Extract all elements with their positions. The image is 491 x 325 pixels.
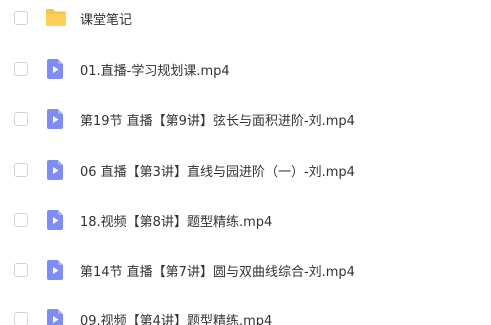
video-file-icon xyxy=(45,58,65,80)
select-checkbox[interactable] xyxy=(14,263,28,277)
file-name[interactable]: 课堂笔记 xyxy=(80,9,132,28)
file-name[interactable]: 18.视频【第8讲】题型精练.mp4 xyxy=(80,211,272,230)
list-item[interactable]: 18.视频【第8讲】题型精练.mp4 xyxy=(0,202,491,238)
list-item[interactable]: 第14节 直播【第7讲】圆与双曲线综合-刘.mp4 xyxy=(0,252,491,288)
file-list: 课堂笔记 01.直播-学习规划课.mp4 第19节 直播【第9讲】弦长与面积进阶… xyxy=(0,0,491,325)
video-file-icon xyxy=(45,259,65,281)
video-file-icon xyxy=(45,308,65,325)
folder-icon xyxy=(45,7,66,29)
list-item[interactable]: 06 直播【第3讲】直线与园进阶（一）-刘.mp4 xyxy=(0,152,491,188)
select-checkbox[interactable] xyxy=(14,213,28,227)
video-file-icon xyxy=(45,108,65,130)
list-item[interactable]: 课堂笔记 xyxy=(0,0,491,36)
select-checkbox[interactable] xyxy=(14,312,28,325)
select-checkbox[interactable] xyxy=(14,112,28,126)
select-checkbox[interactable] xyxy=(14,163,28,177)
select-checkbox[interactable] xyxy=(14,62,28,76)
list-item[interactable]: 01.直播-学习规划课.mp4 xyxy=(0,51,491,87)
file-name[interactable]: 第19节 直播【第9讲】弦长与面积进阶-刘.mp4 xyxy=(80,110,355,129)
video-file-icon xyxy=(45,209,65,231)
select-checkbox[interactable] xyxy=(14,11,28,25)
file-name[interactable]: 06 直播【第3讲】直线与园进阶（一）-刘.mp4 xyxy=(80,161,355,180)
list-item[interactable]: 第19节 直播【第9讲】弦长与面积进阶-刘.mp4 xyxy=(0,101,491,137)
video-file-icon xyxy=(45,159,65,181)
file-name[interactable]: 第14节 直播【第7讲】圆与双曲线综合-刘.mp4 xyxy=(80,261,355,280)
list-item[interactable]: 09.视频【第4讲】题型精练.mp4 xyxy=(0,301,491,325)
file-name[interactable]: 09.视频【第4讲】题型精练.mp4 xyxy=(80,310,272,325)
file-name[interactable]: 01.直播-学习规划课.mp4 xyxy=(80,60,230,79)
